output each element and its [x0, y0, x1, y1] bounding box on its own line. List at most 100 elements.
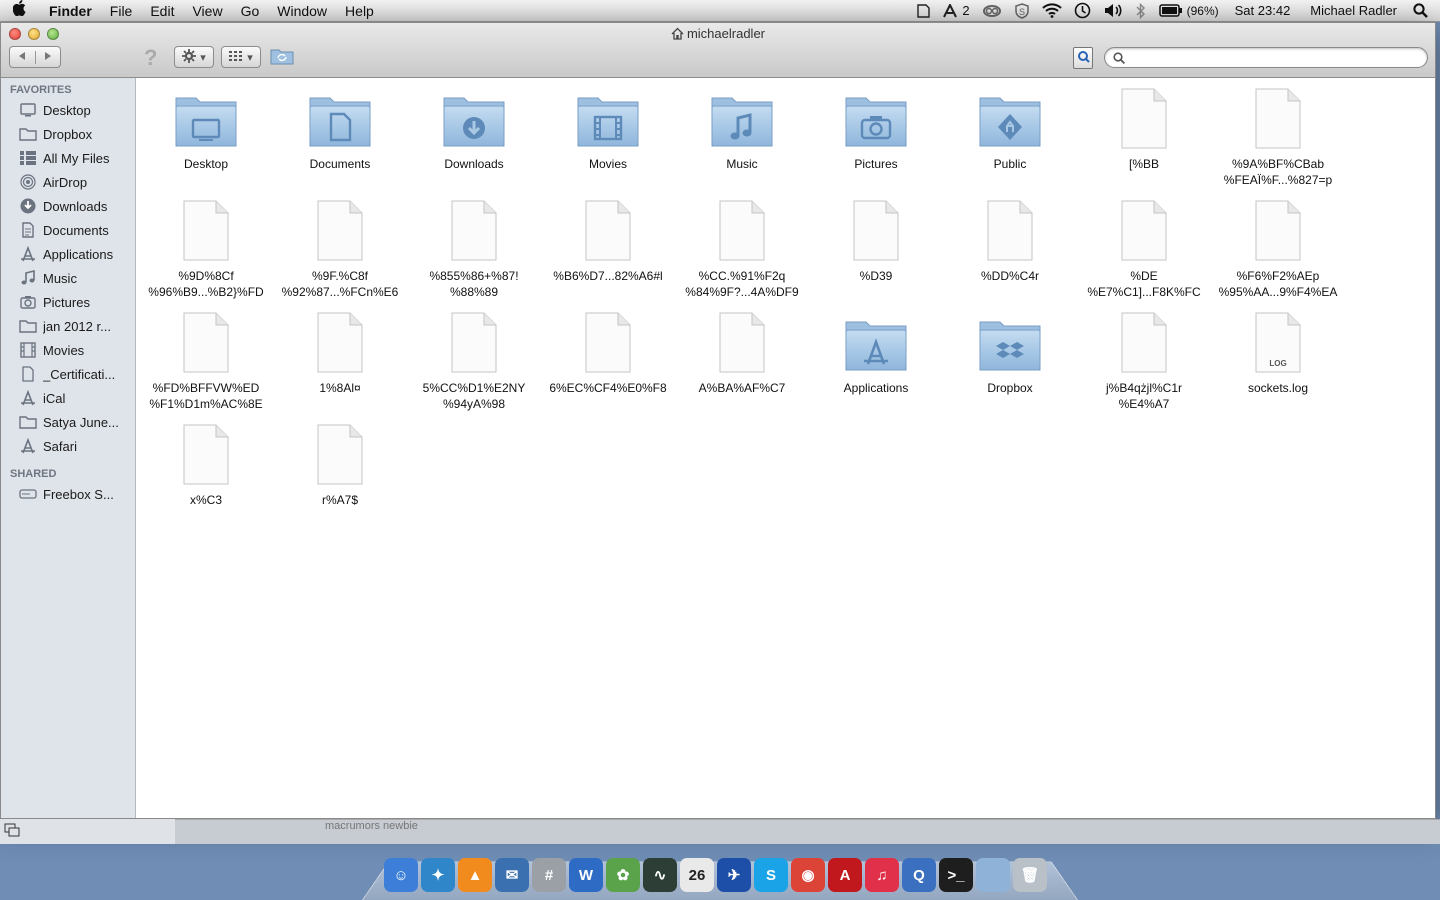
wifi-icon[interactable] — [1036, 3, 1068, 18]
dock-acrobat-icon[interactable]: A — [828, 858, 862, 892]
file-item[interactable]: %CC.%91%F2q %84%9F?...4A%DF9 — [675, 198, 809, 310]
sidebar-item-dropbox[interactable]: Dropbox — [1, 122, 135, 146]
battery-icon[interactable]: (96%) — [1153, 4, 1225, 18]
sidebar-item-movies[interactable]: Movies — [1, 338, 135, 362]
file-browser[interactable]: Desktop Documents Downloads Movies Music Pict… — [137, 78, 1435, 818]
folder-item[interactable]: Applications — [809, 310, 943, 422]
dock-itunes-icon[interactable]: ♫ — [865, 858, 899, 892]
dock-trash-icon[interactable]: 🗑 — [1013, 858, 1047, 892]
file-item[interactable]: 5%CC%D1%E2NY %94yA%98 — [407, 310, 541, 422]
sidebar-item-jan-2012-r[interactable]: jan 2012 r... — [1, 314, 135, 338]
folder-item[interactable]: Documents — [273, 86, 407, 198]
folder-item[interactable]: Dropbox — [943, 310, 1077, 422]
action-menu-button[interactable]: ▾ — [174, 46, 214, 68]
file-item[interactable]: LOG sockets.log — [1211, 310, 1345, 422]
adobe-tray-icon[interactable]: 2 — [937, 3, 975, 18]
menu-app-finder[interactable]: Finder — [40, 3, 101, 19]
bluetooth-icon[interactable] — [1129, 2, 1153, 19]
folder-item[interactable]: Public — [943, 86, 1077, 198]
folder-item[interactable]: Desktop — [139, 86, 273, 198]
file-item[interactable]: %FD%BFFVW%ED %F1%D1m%AC%8E — [139, 310, 273, 422]
folder-item[interactable]: Movies — [541, 86, 675, 198]
sidebar-item-freebox-s[interactable]: Freebox S... — [1, 482, 135, 506]
pictures-folder-icon — [843, 86, 909, 150]
folder-item[interactable]: Pictures — [809, 86, 943, 198]
sidebar-item-certificati[interactable]: _Certificati... — [1, 362, 135, 386]
forward-button[interactable] — [34, 50, 60, 64]
spotlight-icon[interactable] — [1407, 3, 1440, 18]
dock-chrome-icon[interactable]: ◉ — [791, 858, 825, 892]
sidebar-item-label: Satya June... — [43, 414, 119, 430]
menubar-clock[interactable]: Sat 23:42 — [1225, 3, 1301, 18]
sidebar-item-pictures[interactable]: Pictures — [1, 290, 135, 314]
folder-item[interactable]: Downloads — [407, 86, 541, 198]
file-item[interactable]: 6%EC%CF4%E0%F8 — [541, 310, 675, 422]
menubar-user[interactable]: Michael Radler — [1300, 3, 1407, 18]
sidebar-heading-favorites: FAVORITES — [10, 84, 72, 96]
menu-edit[interactable]: Edit — [141, 3, 183, 19]
file-item[interactable]: r%A7$ — [273, 422, 407, 534]
help-icon[interactable]: ? — [144, 45, 157, 71]
file-item[interactable]: x%C3 — [139, 422, 273, 534]
quicklook-icon[interactable] — [1073, 47, 1093, 69]
dock-word-icon[interactable]: W — [569, 858, 603, 892]
sidebar-item-downloads[interactable]: Downloads — [1, 194, 135, 218]
file-item[interactable]: %F6%F2%AEp %95%AA...9%F4%EA — [1211, 198, 1345, 310]
file-item[interactable]: j%B4qżjl%C1r %E4%A7 — [1077, 310, 1211, 422]
sidebar-item-all-my-files[interactable]: All My Files — [1, 146, 135, 170]
file-item[interactable]: %855%86+%87! %88%89 — [407, 198, 541, 310]
dock-quicktime-icon[interactable]: Q — [902, 858, 936, 892]
folder-item[interactable]: Music — [675, 86, 809, 198]
file-item[interactable]: 1%8Al¤ — [273, 310, 407, 422]
search-field[interactable] — [1104, 47, 1428, 68]
sidebar-item-airdrop[interactable]: AirDrop — [1, 170, 135, 194]
dock-folder-icon[interactable] — [976, 858, 1010, 892]
arrange-view-button[interactable]: ▾ — [221, 46, 261, 68]
file-item[interactable]: %9D%8Cf %96%B9...%B2}%FD — [139, 198, 273, 310]
file-item[interactable]: %DD%C4r — [943, 198, 1077, 310]
sidebar-item-documents[interactable]: Documents — [1, 218, 135, 242]
creative-cloud-tray-icon[interactable] — [976, 4, 1008, 18]
share-folder-button[interactable] — [269, 46, 295, 68]
apple-menu-icon[interactable] — [0, 0, 40, 21]
sidebar-item-satya-june[interactable]: Satya June... — [1, 410, 135, 434]
sidebar-item-safari[interactable]: Safari — [1, 434, 135, 458]
menu-file[interactable]: File — [101, 3, 142, 19]
back-button[interactable] — [10, 51, 35, 64]
sidebar-item-desktop[interactable]: Desktop — [1, 98, 135, 122]
dock-skype-icon[interactable]: S — [754, 858, 788, 892]
sidebar-item-applications[interactable]: Applications — [1, 242, 135, 266]
file-item[interactable]: [%BB — [1077, 86, 1211, 198]
dock-safari-icon[interactable]: ✦ — [421, 858, 455, 892]
dock: ☺ ✦ ▲ ✉ # W ✿ ∿ 26 ✈ S ◉ A ♫ Q >_ 🗑 — [384, 858, 1047, 892]
search-input[interactable] — [1131, 50, 1411, 66]
file-item[interactable]: A%BA%AF%C7 — [675, 310, 809, 422]
time-machine-icon[interactable] — [1068, 2, 1097, 19]
dock-finder-icon[interactable]: ☺ — [384, 858, 418, 892]
sidebar-item-label: AirDrop — [43, 174, 88, 190]
dock-calculator-icon[interactable]: # — [532, 858, 566, 892]
dock-activity-monitor-icon[interactable]: ∿ — [643, 858, 677, 892]
menu-window[interactable]: Window — [268, 3, 336, 19]
shield-tray-icon[interactable]: S — [1008, 2, 1036, 19]
desktop-folder-icon — [173, 86, 239, 150]
file-item[interactable]: %B6%D7...82%A6#l — [541, 198, 675, 310]
dock-app-green-icon[interactable]: ✿ — [606, 858, 640, 892]
sidebar-item-ical[interactable]: iCal — [1, 386, 135, 410]
file-item[interactable]: %DE %E7%C1]...F8K%FC — [1077, 198, 1211, 310]
notes-tray-icon[interactable] — [909, 3, 937, 19]
dock-thunderbird-icon[interactable]: ✉ — [495, 858, 529, 892]
dock-calendar-icon[interactable]: 26 — [680, 858, 714, 892]
file-item[interactable]: %9A%BF%CBab %FEAÏ%F...%827=p — [1211, 86, 1345, 198]
volume-icon[interactable] — [1097, 3, 1129, 18]
file-item[interactable]: %D39 — [809, 198, 943, 310]
dock-vlc-icon[interactable]: ▲ — [458, 858, 492, 892]
file-item[interactable]: %9F.%C8f %92%87...%FCn%E6 — [273, 198, 407, 310]
dock-terminal-icon[interactable]: >_ — [939, 858, 973, 892]
dock-app-blue-icon[interactable]: ✈ — [717, 858, 751, 892]
menu-go[interactable]: Go — [232, 3, 269, 19]
sidebar-item-music[interactable]: Music — [1, 266, 135, 290]
menu-help[interactable]: Help — [336, 3, 383, 19]
menu-view[interactable]: View — [183, 3, 231, 19]
window-titlebar[interactable]: michaelradler ? ▾ ▾ — [1, 23, 1435, 78]
